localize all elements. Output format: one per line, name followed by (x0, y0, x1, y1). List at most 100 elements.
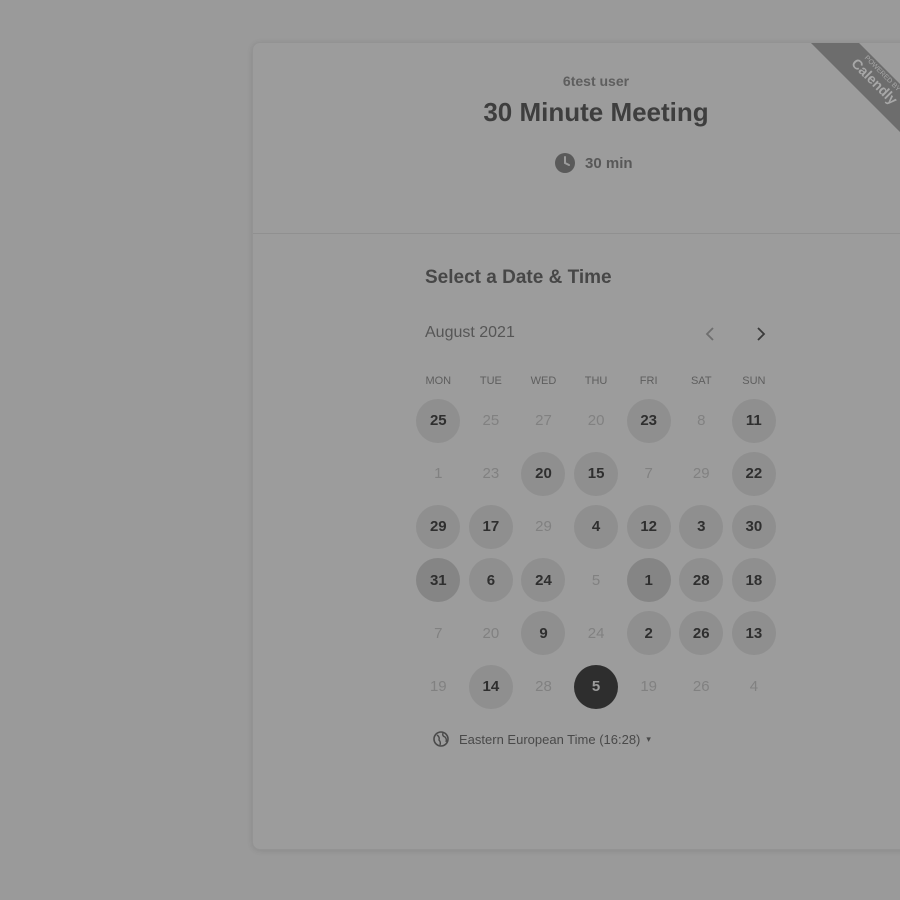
weekday-header: MON TUE WED THU FRI SAT SUN (412, 375, 780, 387)
calendar-day-cell: 1 (622, 554, 675, 607)
available-date-button[interactable]: 11 (731, 398, 776, 443)
month-label: August 2021 (425, 324, 515, 341)
calendar-day-cell: 19 (622, 660, 675, 713)
calendar-day-cell: 23 (622, 394, 675, 447)
weekday-label: FRI (639, 375, 658, 387)
calendar-day-cell: 25 (412, 394, 465, 447)
available-date-button[interactable]: 4 (574, 504, 619, 549)
calendar-day-cell: 7 (622, 447, 675, 500)
unavailable-date: 1 (434, 465, 443, 483)
available-date-button[interactable]: 22 (731, 451, 776, 496)
available-date-button[interactable]: 2 (626, 611, 671, 656)
unavailable-date: 7 (434, 624, 443, 642)
available-date-button[interactable]: 14 (468, 664, 513, 709)
available-date-button[interactable]: 17 (468, 504, 513, 549)
calendar-day-cell: 29 (517, 500, 570, 553)
unavailable-date: 29 (535, 518, 552, 536)
weekday-label: SUN (742, 375, 766, 387)
calendar-day-cell: 2 (622, 607, 675, 660)
duration-text: 30 min (585, 154, 633, 172)
weekday-label: SAT (690, 375, 712, 387)
timezone-selector[interactable]: Eastern European Time (16:28) ▾ (433, 731, 651, 747)
available-date-button[interactable]: 24 (521, 558, 566, 603)
calendar-day-cell: 14 (465, 660, 518, 713)
prev-month-button[interactable] (695, 319, 725, 349)
calendar-day-cell: 20 (517, 447, 570, 500)
unavailable-date: 20 (587, 412, 605, 430)
unavailable-date: 28 (535, 678, 552, 696)
available-date-button[interactable]: 20 (521, 451, 566, 496)
calendar-day-cell: 24 (570, 607, 623, 660)
calendar-day-cell: 28 (517, 660, 570, 713)
calendar-day-cell: 15 (570, 447, 623, 500)
available-date-button[interactable]: 12 (626, 504, 671, 549)
unavailable-date: 7 (644, 465, 653, 483)
calendar-day-cell: 31 (412, 554, 465, 607)
unavailable-date: 29 (692, 465, 710, 483)
calendar-day-cell: 19 (412, 660, 465, 713)
weekday-label: MON (425, 375, 452, 387)
available-date-button[interactable]: 9 (521, 611, 566, 656)
available-date-button[interactable]: 25 (416, 398, 461, 443)
calendar-day-cell: 20 (570, 394, 623, 447)
calendar-day-cell: 29 (675, 447, 728, 500)
unavailable-date: 4 (749, 678, 759, 696)
calendar-day-cell: 23 (465, 447, 518, 500)
caret-down-icon: ▾ (646, 733, 651, 744)
available-date-button[interactable]: 31 (416, 558, 461, 603)
unavailable-date: 24 (587, 624, 605, 642)
calendar-day-cell: 6 (465, 554, 518, 607)
calendar-day-cell: 5 (570, 554, 623, 607)
calendar-day-cell: 17 (465, 500, 518, 553)
calendar-day-cell: 28 (675, 554, 728, 607)
calendar-day-cell: 8 (675, 394, 728, 447)
weekday-label: TUE (479, 375, 502, 387)
event-title: 30 Minute Meeting (483, 97, 709, 127)
selected-date-button[interactable]: 5 (574, 664, 619, 709)
available-date-button[interactable]: 13 (731, 611, 776, 656)
available-date-button[interactable]: 15 (574, 451, 619, 496)
available-date-button[interactable]: 23 (626, 398, 671, 443)
timezone-label: Eastern European Time (16:28) (459, 731, 641, 747)
available-date-button[interactable]: 30 (731, 504, 776, 549)
available-date-button[interactable]: 29 (416, 504, 461, 549)
unavailable-date: 19 (429, 678, 447, 696)
unavailable-date: 20 (482, 624, 500, 642)
calendar-day-cell: 7 (412, 607, 465, 660)
available-date-button[interactable]: 28 (679, 558, 724, 603)
unavailable-date: 8 (697, 412, 706, 430)
unavailable-date: 26 (692, 678, 710, 696)
calendar-day-cell: 11 (728, 394, 781, 447)
calendar-day-cell: 5 (570, 660, 623, 713)
unavailable-date: 25 (482, 412, 500, 430)
section-title: Select a Date & Time (425, 267, 612, 288)
calendar-day-cell: 30 (728, 500, 781, 553)
calendar-day-cell: 1 (412, 447, 465, 500)
calendar-day-cell: 24 (517, 554, 570, 607)
calendar-grid: 25 25 27 20 23 8 11 1 23 20 15 7 29 22 29 17 29 4 12 3 30 31 6… (412, 394, 780, 713)
calendar-day-cell: 25 (465, 394, 518, 447)
calendar-day-cell: 13 (728, 607, 781, 660)
available-date-button[interactable]: 18 (731, 558, 776, 603)
calendar-day-cell: 4 (728, 660, 781, 713)
available-date-button[interactable]: 1 (626, 558, 671, 603)
unavailable-date: 5 (591, 571, 601, 589)
weekday-label: WED (530, 375, 557, 387)
calendar-day-cell: 26 (675, 660, 728, 713)
calendar-day-cell: 29 (412, 500, 465, 553)
available-date-button[interactable]: 26 (679, 611, 724, 656)
calendar-day-cell: 26 (675, 607, 728, 660)
clock-icon (555, 153, 575, 173)
chevron-right-icon (757, 327, 766, 341)
event-duration: 30 min (555, 153, 633, 173)
chevron-left-icon (705, 327, 714, 341)
available-date-button[interactable]: 3 (679, 504, 724, 549)
calendar-day-cell: 12 (622, 500, 675, 553)
event-header: 6test user 30 Minute Meeting 30 min POWE… (253, 43, 900, 234)
next-month-button[interactable] (746, 319, 776, 349)
calendar-day-cell: 3 (675, 500, 728, 553)
available-date-button[interactable]: 6 (468, 558, 513, 603)
calendar-day-cell: 18 (728, 554, 781, 607)
host-name: 6test user (562, 73, 630, 89)
unavailable-date: 23 (482, 465, 500, 483)
